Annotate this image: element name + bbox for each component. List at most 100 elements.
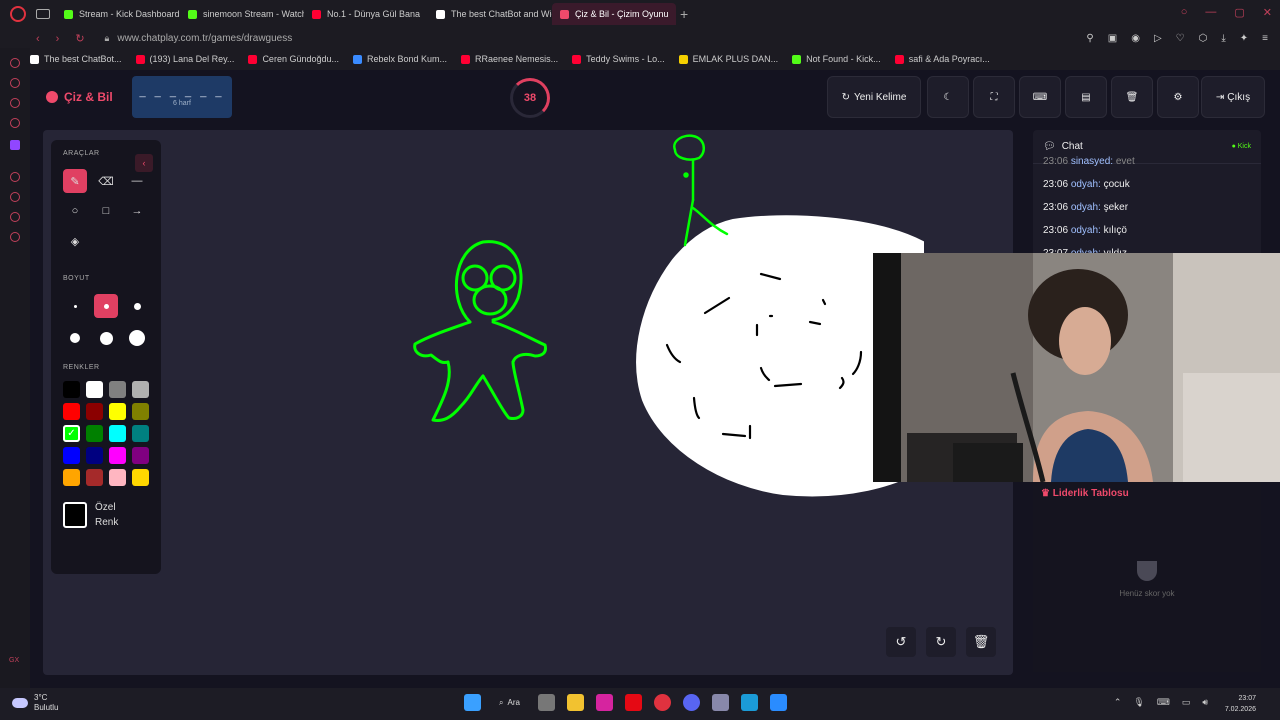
- color-swatch[interactable]: [109, 469, 126, 486]
- instagram-icon[interactable]: [595, 694, 613, 711]
- sidebar-instagram-icon[interactable]: [10, 118, 20, 128]
- app-icon[interactable]: [711, 694, 729, 711]
- size-option-selected[interactable]: [94, 294, 118, 318]
- fullscreen-button[interactable]: ⛶: [973, 76, 1015, 118]
- fill-tool-button[interactable]: ◈: [63, 229, 87, 253]
- close-icon[interactable]: ✕: [1263, 6, 1272, 19]
- color-swatch[interactable]: [109, 381, 126, 398]
- color-swatch[interactable]: [86, 403, 103, 420]
- sidebar-aria-icon[interactable]: [10, 58, 20, 68]
- rectangle-tool-button[interactable]: □: [94, 199, 118, 223]
- exit-button[interactable]: ⇥ Çıkış: [1201, 76, 1265, 118]
- steam-icon[interactable]: [740, 694, 758, 711]
- color-swatch[interactable]: [63, 469, 80, 486]
- color-swatch[interactable]: [86, 469, 103, 486]
- undo-button[interactable]: ↺: [886, 627, 916, 657]
- extensions-icon[interactable]: ⬡: [1199, 33, 1208, 44]
- nav-buttons[interactable]: ‹›↻: [36, 32, 101, 45]
- bookmark[interactable]: Not Found - Kick...: [792, 54, 881, 64]
- weather-widget[interactable]: 3°C Bulutlu: [12, 693, 58, 713]
- discord-icon[interactable]: [682, 694, 700, 711]
- custom-color-button[interactable]: Özel Renk: [63, 500, 149, 530]
- sidebar-twitch-icon[interactable]: [10, 140, 20, 150]
- archive-button[interactable]: ▤: [1065, 76, 1107, 118]
- task-view-icon[interactable]: [537, 694, 555, 711]
- new-tab-button[interactable]: +: [680, 6, 688, 22]
- browser-tab[interactable]: sinemoon Stream - Watch: [180, 3, 304, 25]
- color-swatch[interactable]: [86, 447, 103, 464]
- color-swatch[interactable]: [132, 403, 149, 420]
- bookmark[interactable]: RRaenee Nemesis...: [461, 54, 558, 64]
- color-swatch[interactable]: [86, 381, 103, 398]
- redo-button[interactable]: ↻: [926, 627, 956, 657]
- sidebar-history-icon[interactable]: [10, 192, 20, 202]
- bookmark[interactable]: safi & Ada Poyracı...: [894, 54, 990, 64]
- collapse-panel-button[interactable]: ‹: [135, 154, 153, 172]
- color-swatch[interactable]: [109, 425, 126, 442]
- search-button[interactable]: ⌕ Ara: [493, 698, 526, 708]
- play-icon[interactable]: ▷: [1154, 33, 1162, 44]
- color-swatch[interactable]: [63, 403, 80, 420]
- pin-icon[interactable]: ⚲: [1086, 33, 1093, 44]
- settings-button[interactable]: ⚙: [1157, 76, 1199, 118]
- menu-icon[interactable]: ≡: [1262, 33, 1268, 44]
- mic-icon[interactable]: 🎙︎: [1133, 697, 1144, 708]
- tab-overview-icon[interactable]: [36, 9, 50, 19]
- eraser-tool-button[interactable]: ⌫: [94, 169, 118, 193]
- app-icon[interactable]: [769, 694, 787, 711]
- browser-tab[interactable]: Stream - Kick Dashboard: [56, 3, 180, 25]
- color-swatch[interactable]: [86, 425, 103, 442]
- opera-logo-icon[interactable]: [10, 6, 26, 22]
- chevron-up-icon[interactable]: ⌃: [1114, 697, 1122, 708]
- color-swatch[interactable]: [109, 447, 126, 464]
- sidebar-settings-icon[interactable]: [10, 232, 20, 242]
- snapshot-icon[interactable]: ▣: [1108, 33, 1117, 44]
- sidebar-messenger-icon[interactable]: [10, 78, 20, 88]
- arrow-tool-button[interactable]: →: [125, 199, 149, 223]
- color-swatch[interactable]: [63, 381, 80, 398]
- sidebar-box-icon[interactable]: [10, 212, 20, 222]
- brush-tool-button[interactable]: ✎: [63, 169, 87, 193]
- volume-icon[interactable]: 🔊︎: [1202, 697, 1208, 708]
- browser-tab[interactable]: The best ChatBot and Wid: [428, 3, 552, 25]
- color-swatch-selected[interactable]: ✓: [63, 425, 80, 442]
- new-word-button[interactable]: ↻ Yeni Kelime: [827, 76, 921, 118]
- url-field[interactable]: www.chatplay.com.tr/games/drawguess: [117, 33, 292, 44]
- size-option[interactable]: [63, 326, 87, 350]
- windows-start-icon[interactable]: [464, 694, 481, 711]
- color-swatch[interactable]: [132, 469, 149, 486]
- color-swatch[interactable]: [132, 447, 149, 464]
- opera-gx-icon[interactable]: [653, 694, 671, 711]
- download-icon[interactable]: ⤓: [1221, 33, 1225, 44]
- bookmark[interactable]: Teddy Swims - Lo...: [572, 54, 665, 64]
- bookmark[interactable]: EMLAK PLUS DAN...: [678, 54, 778, 64]
- sidebar-chat-icon[interactable]: [10, 98, 20, 108]
- ai-icon[interactable]: ✦: [1240, 33, 1248, 44]
- circle-tool-button[interactable]: ○: [63, 199, 87, 223]
- sidebar-player-icon[interactable]: [10, 172, 20, 182]
- color-swatch[interactable]: [132, 381, 149, 398]
- bookmark[interactable]: (193) Lana Del Rey...: [135, 54, 234, 64]
- dark-mode-button[interactable]: ☾: [927, 76, 969, 118]
- camera-icon[interactable]: ◉: [1131, 33, 1140, 44]
- clock[interactable]: 23:07 7.02.2026: [1225, 693, 1256, 715]
- search-tabs-icon[interactable]: ○: [1181, 6, 1188, 19]
- browser-tab[interactable]: No.1 - Dünya Gül Bana: [304, 3, 428, 25]
- color-swatch[interactable]: [109, 403, 126, 420]
- minimize-icon[interactable]: —: [1205, 6, 1216, 19]
- size-option[interactable]: [125, 294, 149, 318]
- bookmark[interactable]: Ceren Gündoğdu...: [248, 54, 339, 64]
- size-option[interactable]: [63, 294, 87, 318]
- network-icon[interactable]: ▭: [1182, 697, 1191, 708]
- drawing-canvas[interactable]: ARAÇLAR ‹ ✎ ⌫ — ○ □ → ◈ BOYUT RENKLER ✓ …: [43, 130, 1013, 675]
- size-option[interactable]: [125, 326, 149, 350]
- keyboard-icon[interactable]: ⌨: [1157, 697, 1170, 708]
- line-tool-button[interactable]: —: [125, 169, 149, 193]
- clear-canvas-button[interactable]: 🗑︎: [966, 627, 996, 657]
- color-swatch[interactable]: [63, 447, 80, 464]
- netflix-icon[interactable]: [624, 694, 642, 711]
- bookmark[interactable]: The best ChatBot...: [30, 54, 122, 64]
- browser-tab-active[interactable]: Çiz & Bil - Çizim Oyunu: [552, 3, 676, 25]
- keyboard-button[interactable]: ⌨: [1019, 76, 1061, 118]
- maximize-icon[interactable]: ▢: [1234, 6, 1244, 19]
